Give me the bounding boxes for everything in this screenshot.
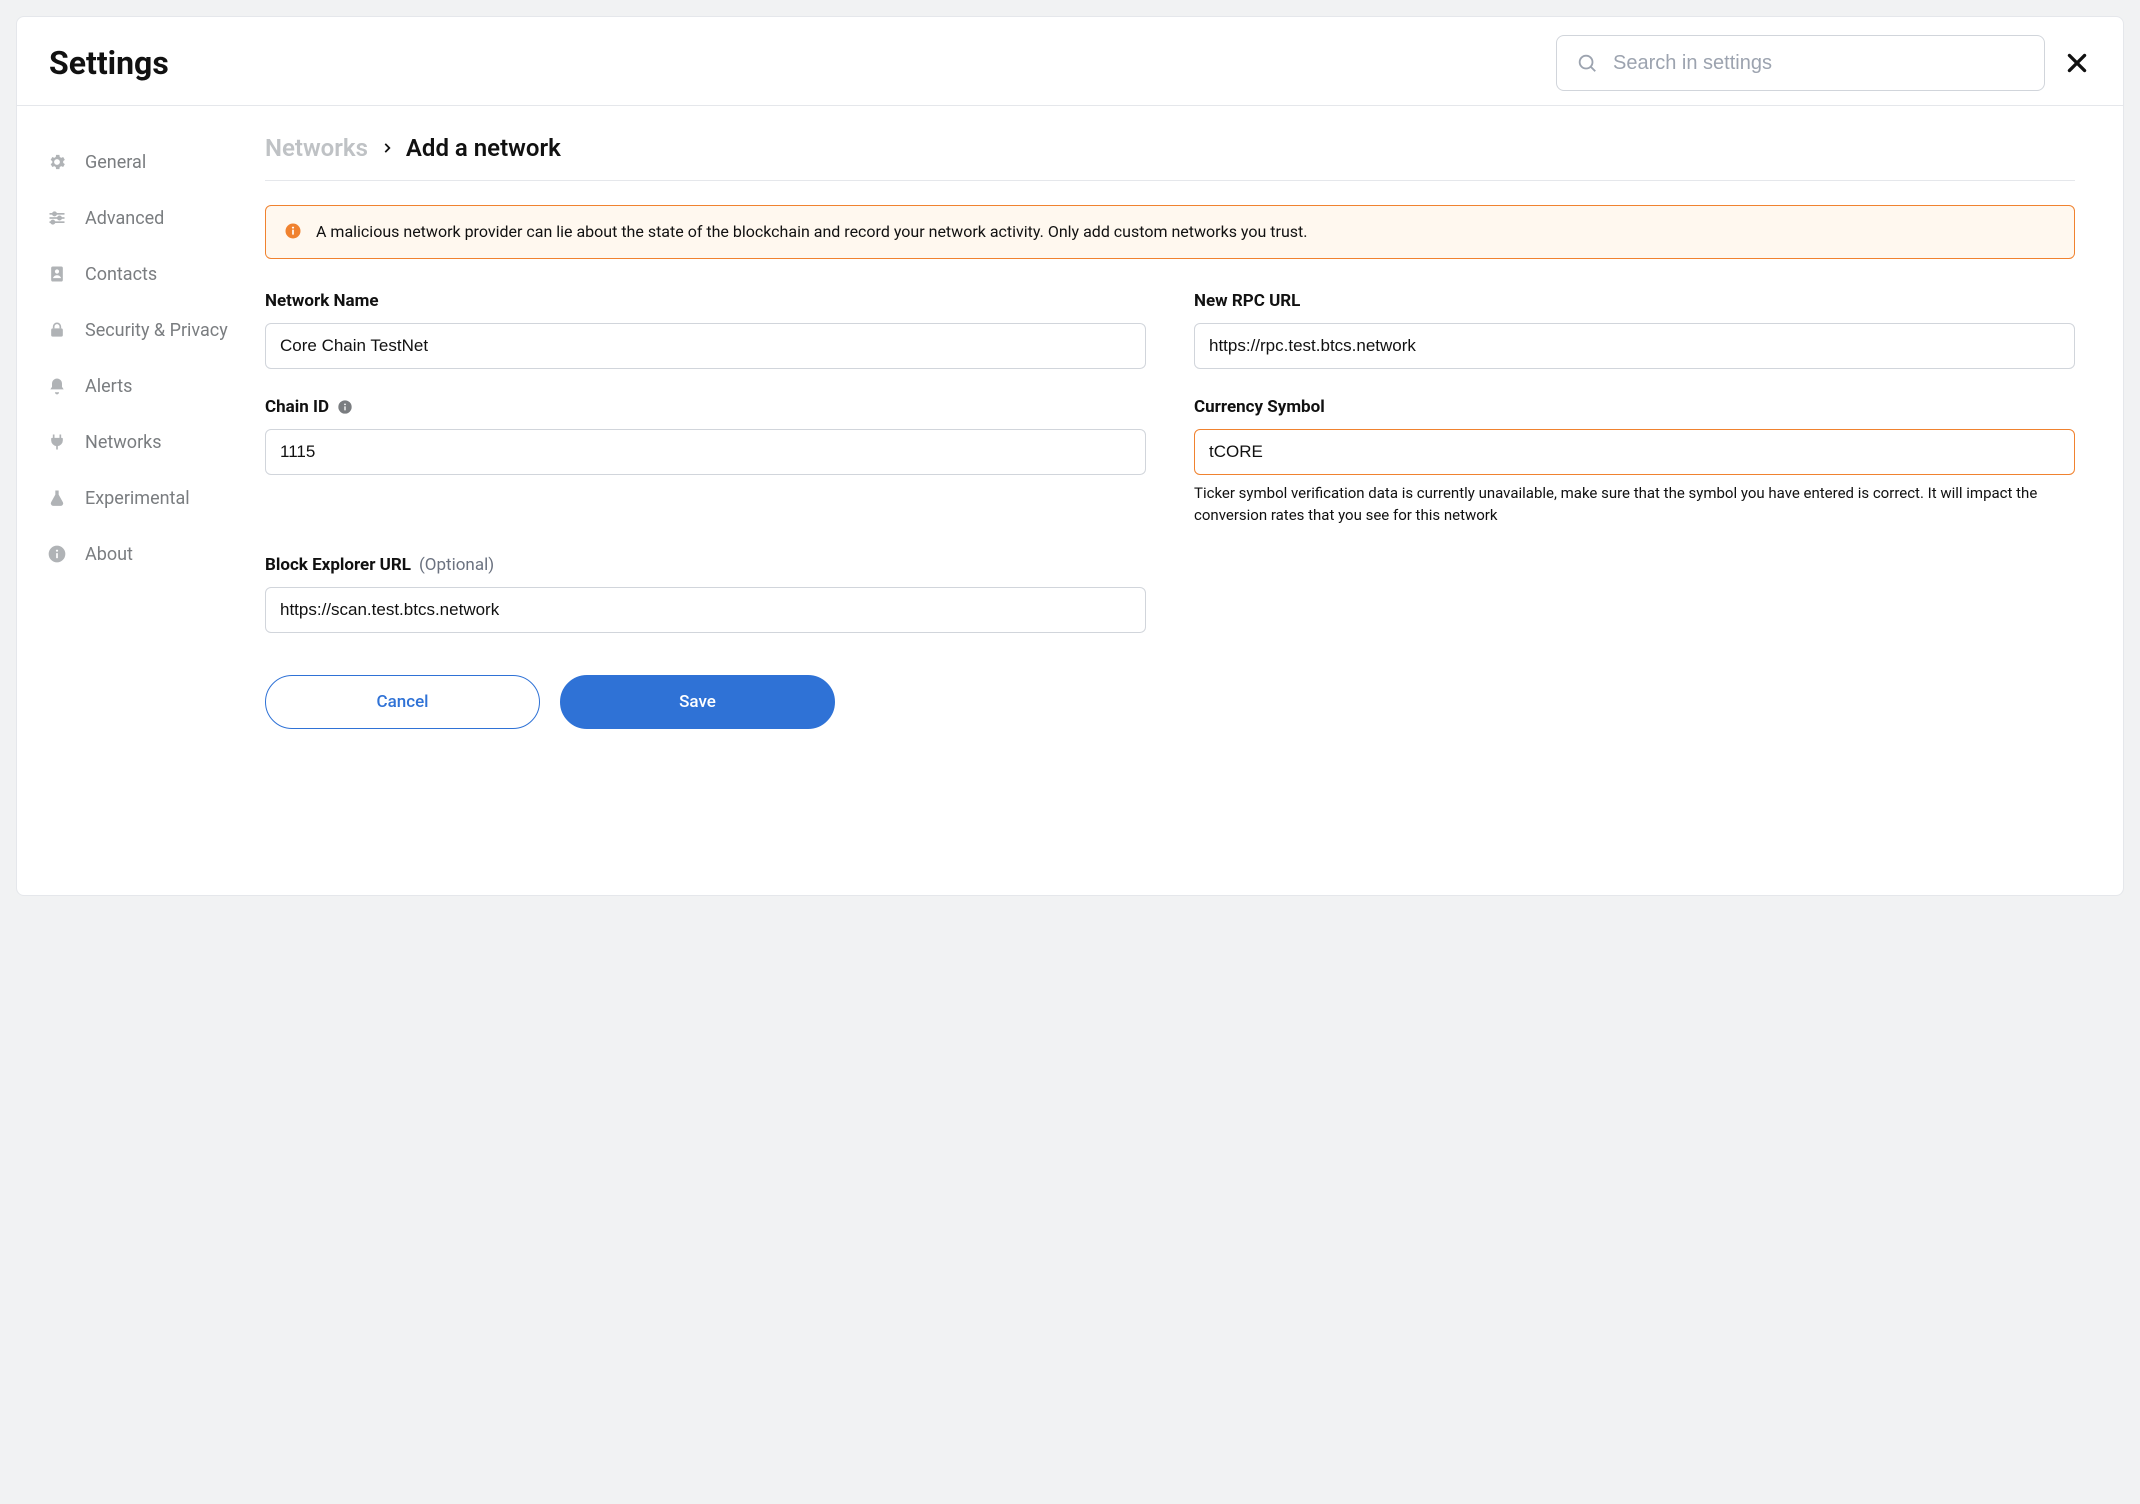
currency-symbol-help: Ticker symbol verification data is curre… [1194, 483, 2075, 527]
sidebar-item-label: Advanced [85, 208, 164, 229]
block-explorer-optional: (Optional) [419, 555, 494, 575]
sidebar: General Advanced Contacts [17, 106, 253, 759]
body: General Advanced Contacts [17, 106, 2123, 759]
rpc-url-input[interactable] [1194, 323, 2075, 369]
header: Settings [17, 17, 2123, 106]
sidebar-item-advanced[interactable]: Advanced [47, 190, 253, 246]
sidebar-item-general[interactable]: General [47, 134, 253, 190]
sidebar-item-experimental[interactable]: Experimental [47, 470, 253, 526]
field-rpc-url: New RPC URL [1194, 291, 2075, 369]
search-input[interactable] [1556, 35, 2045, 91]
breadcrumb-current: Add a network [406, 134, 561, 162]
breadcrumb: Networks Add a network [265, 134, 2075, 181]
sidebar-item-networks[interactable]: Networks [47, 414, 253, 470]
sidebar-item-label: About [85, 544, 133, 565]
block-explorer-label-text: Block Explorer URL [265, 555, 411, 575]
chain-id-label-text: Chain ID [265, 397, 329, 417]
sidebar-item-about[interactable]: About [47, 526, 253, 582]
chain-id-label: Chain ID [265, 397, 1146, 417]
search-icon [1576, 52, 1598, 74]
currency-symbol-label: Currency Symbol [1194, 397, 2075, 417]
sidebar-item-label: Alerts [85, 376, 132, 397]
sidebar-item-label: Networks [85, 432, 162, 453]
bell-icon [47, 376, 67, 396]
field-network-name: Network Name [265, 291, 1146, 369]
currency-symbol-input[interactable] [1194, 429, 2075, 475]
warning-banner: A malicious network provider can lie abo… [265, 205, 2075, 259]
network-form: Network Name New RPC URL Chain ID [265, 291, 2075, 729]
field-chain-id: Chain ID [265, 397, 1146, 475]
search-container [1556, 35, 2045, 91]
chain-id-input[interactable] [265, 429, 1146, 475]
chevron-right-icon [380, 141, 394, 155]
cancel-button[interactable]: Cancel [265, 675, 540, 729]
lock-icon [47, 320, 67, 340]
network-name-label: Network Name [265, 291, 1146, 311]
save-button[interactable]: Save [560, 675, 835, 729]
sidebar-item-alerts[interactable]: Alerts [47, 358, 253, 414]
sidebar-item-label: Security & Privacy [85, 320, 228, 341]
warning-text: A malicious network provider can lie abo… [316, 220, 1307, 244]
main-content: Networks Add a network A malicious netwo… [253, 106, 2123, 759]
field-block-explorer: Block Explorer URL (Optional) [265, 555, 1146, 633]
gear-icon [47, 152, 67, 172]
sidebar-item-contacts[interactable]: Contacts [47, 246, 253, 302]
sidebar-item-label: Experimental [85, 488, 190, 509]
breadcrumb-parent[interactable]: Networks [265, 134, 368, 162]
rpc-url-label: New RPC URL [1194, 291, 2075, 311]
close-button[interactable] [2063, 49, 2091, 77]
block-explorer-label: Block Explorer URL (Optional) [265, 555, 1146, 575]
block-explorer-input[interactable] [265, 587, 1146, 633]
field-currency-symbol: Currency Symbol Ticker symbol verificati… [1194, 397, 2075, 527]
settings-panel: Settings General [16, 16, 2124, 896]
flask-icon [47, 488, 67, 508]
contacts-icon [47, 264, 67, 284]
sidebar-item-label: General [85, 152, 146, 173]
info-icon[interactable] [337, 399, 353, 415]
network-name-input[interactable] [265, 323, 1146, 369]
sidebar-item-security[interactable]: Security & Privacy [47, 302, 253, 358]
sliders-icon [47, 208, 67, 228]
plug-icon [47, 432, 67, 452]
form-actions: Cancel Save [265, 675, 2075, 729]
page-title: Settings [49, 44, 169, 82]
sidebar-item-label: Contacts [85, 264, 157, 285]
warning-info-icon [284, 222, 302, 240]
info-icon [47, 544, 67, 564]
